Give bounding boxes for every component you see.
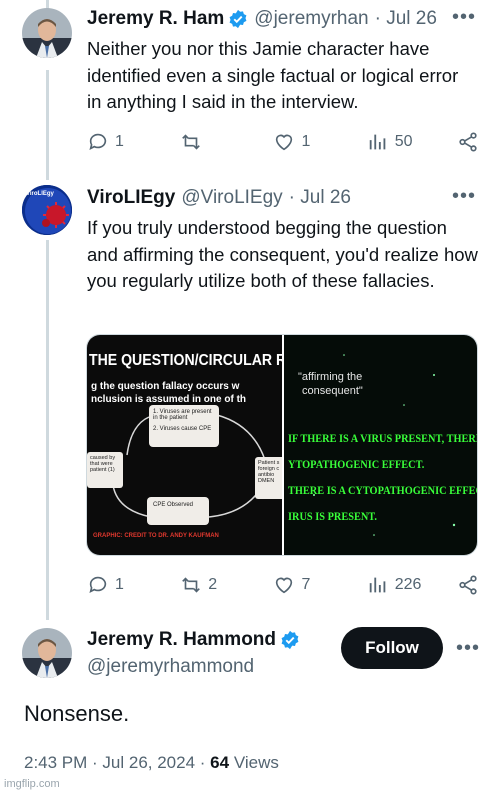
media-caption: "affirming the (298, 371, 363, 383)
share-icon (459, 575, 477, 595)
avatar[interactable]: ViroLIEgy (22, 185, 72, 235)
views-button[interactable]: 226 (367, 574, 457, 596)
media-credit: GRAPHIC: CREDIT TO DR. ANDY KAUFMAN (93, 533, 219, 539)
like-count: 7 (301, 576, 311, 593)
diagram-box-text: 2. Viruses cause CPE (153, 426, 212, 432)
avatar[interactable] (22, 8, 72, 58)
tweet-date[interactable]: · Jul 26 (375, 8, 437, 30)
avatar[interactable] (22, 628, 72, 678)
diagram-box: caused by that were patient (1) (87, 452, 123, 488)
verified-badge-icon (281, 630, 299, 650)
retweet-button[interactable]: 2 (180, 574, 273, 596)
tweet-actions: 1 2 7 226 (87, 574, 479, 596)
diagram-box: CPE Observed (147, 497, 209, 525)
views-icon (369, 134, 386, 150)
media-caption: consequent" (302, 385, 363, 397)
media-image-circular-reasoning[interactable]: THE QUESTION/CIRCULAR RE g the question … (87, 335, 282, 555)
retweet-button[interactable] (180, 131, 273, 153)
reply-button[interactable]: 1 (87, 131, 180, 153)
views-count: 64 (210, 753, 230, 772)
like-button[interactable]: 1 (273, 131, 366, 153)
retweet-count: 2 (208, 576, 218, 593)
tweet-text: Nonsense. (24, 701, 130, 726)
watermark: imgflip.com (4, 778, 60, 790)
view-count: 50 (394, 133, 413, 150)
author-name[interactable]: ViroLIEgy (87, 187, 175, 209)
media-neon-line: THERE IS A CYTOPATHOGENIC EFFECT. TH (288, 483, 477, 497)
media-neon-line: YTOPATHOGENIC EFFECT. (288, 457, 425, 471)
thread-line (46, 240, 49, 620)
view-count: 226 (394, 576, 422, 593)
more-options-icon[interactable]: ••• (456, 637, 480, 660)
tweet-text: Neither you nor this Jamie character hav… (87, 38, 459, 112)
tweet-date[interactable]: · Jul 26 (289, 187, 351, 209)
share-icon (459, 132, 477, 152)
retweet-icon (182, 134, 201, 150)
author-handle-row: @jeremyrhammond (87, 656, 254, 678)
thread-line (46, 70, 49, 180)
tweet-actions: 1 1 50 (87, 131, 479, 153)
author-handle[interactable]: @jeremyrhammond (87, 656, 254, 678)
retweet-icon (182, 577, 201, 593)
media-neon-line: IRUS IS PRESENT. (288, 509, 377, 523)
views-label: Views (233, 753, 279, 772)
tweet-header: Jeremy R. Ham @jeremyrhan · Jul 26 (87, 8, 437, 30)
author-name[interactable]: Jeremy R. Hammond (87, 629, 276, 651)
heart-icon (276, 134, 293, 151)
share-button[interactable] (457, 574, 479, 596)
tweet-metadata: 2:43 PM · Jul 26, 2024 · 64 Views (24, 753, 279, 773)
diagram-box: 1. Viruses are present in the patient 2.… (149, 405, 219, 447)
tweet-header: Jeremy R. Hammond (87, 629, 300, 651)
media-neon-line: IF THERE IS A VIRUS PRESENT, THERE WIL (288, 431, 477, 445)
reply-button[interactable]: 1 (87, 574, 180, 596)
verified-badge-icon (229, 9, 247, 29)
diagram-box-text: 1. Viruses are present in the patient (153, 409, 212, 421)
author-handle[interactable]: @jeremyrhan (254, 8, 368, 30)
reply-icon (89, 133, 107, 150)
reply-count: 1 (115, 133, 124, 150)
tweet-header: ViroLIEgy @ViroLIEgy · Jul 26 (87, 187, 351, 209)
media-image-affirming-consequent[interactable]: "affirming the consequent" IF THERE IS A… (282, 335, 477, 555)
more-options-icon[interactable]: ••• (452, 185, 476, 208)
like-count: 1 (301, 133, 311, 150)
follow-button[interactable]: Follow (341, 627, 443, 669)
more-options-icon[interactable]: ••• (452, 6, 476, 29)
avatar-label: ViroLIEgy (26, 191, 54, 197)
views-icon (369, 577, 386, 593)
media-attachment[interactable]: THE QUESTION/CIRCULAR RE g the question … (86, 334, 478, 556)
reply-count: 1 (115, 576, 124, 593)
tweet-text: If you truly understood begging the ques… (87, 217, 478, 291)
diagram-box: Patient s foreign c antibio DMEN (255, 457, 282, 499)
share-button[interactable] (457, 131, 479, 153)
author-name[interactable]: Jeremy R. Ham (87, 8, 224, 30)
like-button[interactable]: 7 (273, 574, 366, 596)
reply-icon (89, 576, 107, 593)
tweet-timestamp[interactable]: 2:43 PM · Jul 26, 2024 · (24, 753, 205, 772)
views-button[interactable]: 50 (367, 131, 457, 153)
heart-icon (276, 577, 293, 594)
author-handle[interactable]: @ViroLIEgy (181, 187, 282, 209)
